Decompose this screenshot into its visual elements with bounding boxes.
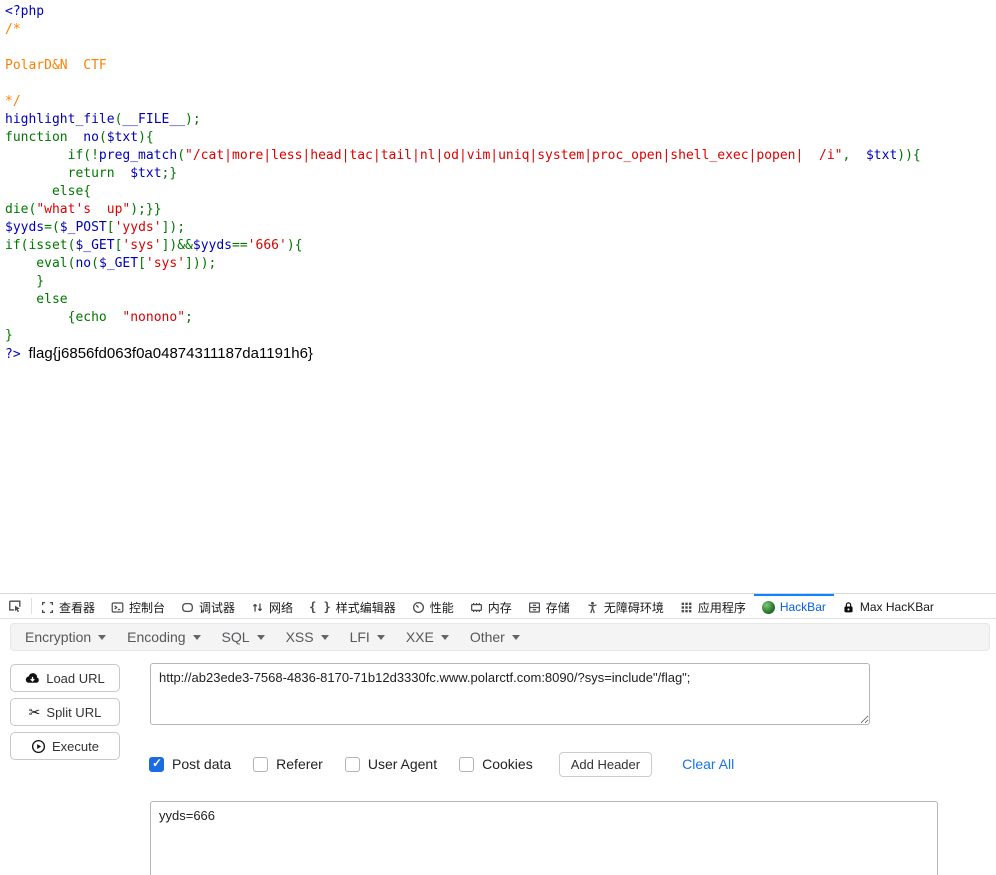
tab-label: 控制台 <box>129 600 166 615</box>
referer-checkbox[interactable] <box>253 756 269 772</box>
tab-memory[interactable]: 内存 <box>462 594 520 618</box>
chevron-down-icon <box>256 634 265 640</box>
tabbar-separator <box>31 598 32 614</box>
chevron-down-icon <box>440 634 449 640</box>
menu-label: SQL <box>221 629 250 645</box>
memory-icon <box>470 601 483 614</box>
play-circle-icon <box>31 739 46 754</box>
tab-label: 存储 <box>545 600 570 615</box>
cookies-checkbox[interactable] <box>459 756 475 772</box>
network-icon <box>251 601 264 614</box>
menu-label: Other <box>469 629 505 645</box>
devtools-tabbar: 查看器 控制台 调试器 网络 {} 样式编辑器 性能 内存 存储 无障碍环境 … <box>0 594 996 619</box>
option-label: Post data <box>172 756 232 772</box>
option-user-agent: User Agent <box>344 756 438 772</box>
hackbar-menubar: Encryption Encoding SQL XSS LFI XXE Othe… <box>10 623 990 651</box>
accessibility-icon <box>586 601 599 614</box>
menu-xxe[interactable]: XXE <box>404 627 451 647</box>
menu-encryption[interactable]: Encryption <box>23 627 108 647</box>
add-header-button[interactable]: Add Header <box>558 751 653 777</box>
console-icon <box>111 601 124 614</box>
button-label: Load URL <box>46 670 105 686</box>
menu-label: XSS <box>285 629 314 645</box>
hackbar-icon <box>761 600 775 614</box>
chevron-down-icon <box>511 634 520 640</box>
tab-label: 样式编辑器 <box>335 600 396 615</box>
option-label: User Agent <box>367 756 438 772</box>
tab-max-hackbar[interactable]: Max HacKBar <box>834 594 942 618</box>
option-label: Referer <box>276 756 323 772</box>
tab-label: 性能 <box>429 600 454 615</box>
tab-label: 查看器 <box>59 600 96 615</box>
tab-label: 内存 <box>487 600 512 615</box>
user-agent-checkbox[interactable] <box>344 756 360 772</box>
tab-storage[interactable]: 存储 <box>520 594 578 618</box>
pick-element-button[interactable] <box>0 594 30 618</box>
tab-console[interactable]: 控制台 <box>103 594 173 618</box>
tab-label: HackBar <box>779 600 826 614</box>
application-icon <box>680 601 693 614</box>
option-cookies: Cookies <box>459 756 533 772</box>
url-input[interactable]: http://ab23ede3-7568-4836-8170-71b12d333… <box>150 663 870 725</box>
tab-label: 应用程序 <box>697 600 746 615</box>
clear-all-link[interactable]: Clear All <box>682 756 734 772</box>
chevron-down-icon <box>98 634 107 640</box>
tab-debugger[interactable]: 调试器 <box>173 594 243 618</box>
post-data-checkbox[interactable] <box>149 756 164 772</box>
button-label: Execute <box>52 738 99 754</box>
execute-button[interactable]: Execute <box>10 732 120 760</box>
hackbar-action-buttons: Load URL ✂ Split URL Execute <box>10 664 120 760</box>
debugger-icon <box>181 601 194 614</box>
menu-label: LFI <box>349 629 370 645</box>
option-post-data: Post data <box>149 756 231 772</box>
menu-sql[interactable]: SQL <box>220 627 267 647</box>
cloud-download-icon <box>25 671 40 686</box>
web-page-content: <?php/* PolarD&N CTF */highlight_file(__FI… <box>0 0 996 593</box>
performance-icon <box>412 601 425 614</box>
post-data-input[interactable]: yyds=666 <box>150 801 938 875</box>
tab-label: 网络 <box>269 600 294 615</box>
menu-label: Encoding <box>127 629 186 645</box>
tab-accessibility[interactable]: 无障碍环境 <box>578 594 672 618</box>
devtools-panel: 查看器 控制台 调试器 网络 {} 样式编辑器 性能 内存 存储 无障碍环境 … <box>0 593 996 875</box>
option-label: Cookies <box>482 756 533 772</box>
chevron-down-icon <box>320 634 329 640</box>
tab-inspector[interactable]: 查看器 <box>33 594 103 618</box>
request-options-row: Post data Referer User Agent Cookies Add… <box>149 751 734 777</box>
lock-icon <box>842 601 855 614</box>
menu-encoding[interactable]: Encoding <box>125 627 202 647</box>
menu-xss[interactable]: XSS <box>284 627 331 647</box>
menu-lfi[interactable]: LFI <box>348 627 387 647</box>
split-url-button[interactable]: ✂ Split URL <box>10 698 120 726</box>
tab-label: 无障碍环境 <box>603 600 664 615</box>
option-referer: Referer <box>253 756 323 772</box>
menu-label: XXE <box>405 629 434 645</box>
chevron-down-icon <box>192 634 201 640</box>
load-url-button[interactable]: Load URL <box>10 664 120 692</box>
tab-network[interactable]: 网络 <box>243 594 301 618</box>
button-label: Split URL <box>46 704 102 720</box>
tab-label: Max HacKBar <box>859 600 934 614</box>
scissors-icon: ✂ <box>28 704 41 720</box>
php-source: <?php/* PolarD&N CTF */highlight_file(__FI… <box>5 4 921 362</box>
style-editor-icon: { } <box>309 600 331 614</box>
storage-icon <box>528 601 541 614</box>
tab-label: 调试器 <box>199 600 236 615</box>
menu-other[interactable]: Other <box>468 627 522 647</box>
inspector-icon <box>41 601 54 614</box>
menu-label: Encryption <box>25 629 92 645</box>
tab-application[interactable]: 应用程序 <box>672 594 754 618</box>
tab-performance[interactable]: 性能 <box>404 594 462 618</box>
tab-hackbar[interactable]: HackBar <box>753 594 834 618</box>
pick-element-icon <box>8 599 22 613</box>
chevron-down-icon <box>376 634 385 640</box>
tab-style-editor[interactable]: { } 样式编辑器 <box>301 594 404 618</box>
